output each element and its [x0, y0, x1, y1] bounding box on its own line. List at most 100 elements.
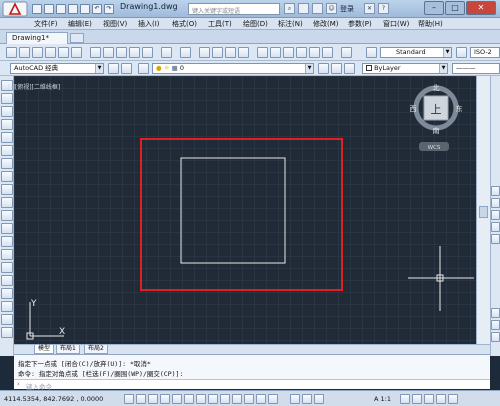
- viewport-controls-label[interactable]: [-][俯视][二维线框]: [8, 82, 60, 91]
- preview-icon[interactable]: [58, 47, 69, 58]
- multiline-text-icon[interactable]: [1, 314, 13, 325]
- menu-dimension[interactable]: 标注(N): [278, 19, 303, 29]
- annotation-scale[interactable]: A 1:1: [374, 395, 391, 403]
- ellipse-arc-icon[interactable]: [1, 210, 13, 221]
- insert-block-icon[interactable]: [1, 223, 13, 234]
- save-icon[interactable]: [56, 4, 66, 14]
- hatch-icon[interactable]: [1, 262, 13, 273]
- move-icon[interactable]: [491, 308, 500, 318]
- subscription-icon[interactable]: [298, 3, 309, 14]
- quick-view-layouts-icon[interactable]: [302, 394, 312, 404]
- circle-icon[interactable]: [1, 158, 13, 169]
- user-icon[interactable]: ☺: [326, 3, 337, 14]
- close-button[interactable]: ✕: [466, 1, 496, 15]
- zoom-previous-icon[interactable]: [238, 47, 249, 58]
- lineweight-icon[interactable]: [232, 394, 242, 404]
- menu-edit[interactable]: 编辑(E): [68, 19, 92, 29]
- offset-icon[interactable]: [491, 222, 500, 232]
- ellipse-icon[interactable]: [1, 197, 13, 208]
- search-input[interactable]: 键入关键字或短语: [188, 3, 280, 15]
- otrack-icon[interactable]: [196, 394, 206, 404]
- menu-window[interactable]: 窗口(W): [383, 19, 409, 29]
- open-file-icon[interactable]: [44, 4, 54, 14]
- help-toolbar-icon[interactable]: [341, 47, 352, 58]
- new-icon[interactable]: [6, 47, 17, 58]
- spline-icon[interactable]: [1, 184, 13, 195]
- minimize-button[interactable]: –: [424, 1, 444, 15]
- mirror-icon[interactable]: [491, 210, 500, 220]
- clean-screen-icon[interactable]: [448, 394, 458, 404]
- file-tab-drawing1[interactable]: Drawing1*: [6, 32, 68, 44]
- table-icon[interactable]: [1, 301, 13, 312]
- quick-properties-icon[interactable]: [256, 394, 266, 404]
- isolate-objects-icon[interactable]: [436, 394, 446, 404]
- ducs-icon[interactable]: [208, 394, 218, 404]
- tool-palettes-icon[interactable]: [283, 47, 294, 58]
- ortho-mode-icon[interactable]: [148, 394, 158, 404]
- layer-state-icon[interactable]: [344, 63, 355, 74]
- new-tab-button[interactable]: [70, 33, 84, 43]
- layer-properties-icon[interactable]: [138, 63, 149, 74]
- linetype-select[interactable]: ———: [452, 63, 500, 74]
- grid-display-icon[interactable]: [136, 394, 146, 404]
- exchange-icon[interactable]: ✕: [364, 3, 375, 14]
- new-file-icon[interactable]: [32, 4, 42, 14]
- menu-tools[interactable]: 工具(T): [208, 19, 232, 29]
- polygon-icon[interactable]: [1, 119, 13, 130]
- menu-help[interactable]: 帮助(H): [418, 19, 443, 29]
- print-toolbar-icon[interactable]: [45, 47, 56, 58]
- publish-icon[interactable]: [71, 47, 82, 58]
- array-icon[interactable]: [491, 234, 500, 244]
- layer-select[interactable]: ● ☼ ■ 0 ▼: [152, 63, 314, 74]
- login-link[interactable]: 登录: [340, 4, 354, 14]
- undo-icon[interactable]: ↶: [92, 4, 102, 14]
- command-input[interactable]: › 键入命令: [14, 379, 490, 391]
- viewcube-top-label[interactable]: 上: [431, 103, 442, 116]
- viewcube[interactable]: 上 北 南 东 西 WCS: [410, 84, 463, 151]
- redo-icon[interactable]: ↷: [104, 4, 114, 14]
- arc-icon[interactable]: [1, 145, 13, 156]
- text-style-icon[interactable]: [366, 47, 377, 58]
- menu-file[interactable]: 文件(F): [34, 19, 58, 29]
- workspace-switch-icon[interactable]: [412, 394, 422, 404]
- zoom-realtime-icon[interactable]: [212, 47, 223, 58]
- markup-icon[interactable]: [309, 47, 320, 58]
- search-icon[interactable]: ⌕: [284, 3, 295, 14]
- autocad-logo-icon[interactable]: [2, 1, 28, 17]
- transparency-icon[interactable]: [244, 394, 254, 404]
- help-icon[interactable]: ?: [378, 3, 389, 14]
- construction-line-icon[interactable]: [1, 93, 13, 104]
- maximize-button[interactable]: □: [445, 1, 465, 15]
- viewcube-east-label[interactable]: 东: [456, 104, 463, 113]
- object-snap-icon[interactable]: [172, 394, 182, 404]
- design-center-icon[interactable]: [270, 47, 281, 58]
- tab-model[interactable]: 模型: [34, 345, 55, 354]
- model-space-icon[interactable]: [290, 394, 300, 404]
- dynamic-input-icon[interactable]: [220, 394, 230, 404]
- color-select[interactable]: ByLayer ▼: [362, 63, 448, 74]
- quick-view-drawings-icon[interactable]: [314, 394, 324, 404]
- gradient-icon[interactable]: [1, 275, 13, 286]
- revision-cloud-icon[interactable]: [1, 171, 13, 182]
- polyline-icon[interactable]: [1, 106, 13, 117]
- menu-modify[interactable]: 修改(M): [313, 19, 339, 29]
- make-block-icon[interactable]: [1, 236, 13, 247]
- quickcalc-icon[interactable]: [322, 47, 333, 58]
- block-editor-icon[interactable]: [142, 47, 153, 58]
- drawing-canvas[interactable]: Y X 上 北 南 东 西 WCS: [14, 76, 476, 344]
- text-style-select[interactable]: Standard ▼: [380, 47, 452, 58]
- open-icon[interactable]: [19, 47, 30, 58]
- customize-icon[interactable]: [121, 63, 132, 74]
- dim-style-select[interactable]: ISO-2: [470, 47, 500, 58]
- menu-parametric[interactable]: 参数(P): [348, 19, 372, 29]
- tab-layout2[interactable]: 布局2: [84, 345, 108, 354]
- add-selected-icon[interactable]: [1, 327, 13, 338]
- toolbar-lock-icon[interactable]: [424, 394, 434, 404]
- menu-view[interactable]: 视图(V): [103, 19, 127, 29]
- annotation-visibility-icon[interactable]: [400, 394, 410, 404]
- print-icon[interactable]: [80, 4, 90, 14]
- workspace-select[interactable]: AutoCAD 经典 ▼: [10, 63, 104, 74]
- save-toolbar-icon[interactable]: [32, 47, 43, 58]
- pan-icon[interactable]: [199, 47, 210, 58]
- copy-object-icon[interactable]: [491, 198, 500, 208]
